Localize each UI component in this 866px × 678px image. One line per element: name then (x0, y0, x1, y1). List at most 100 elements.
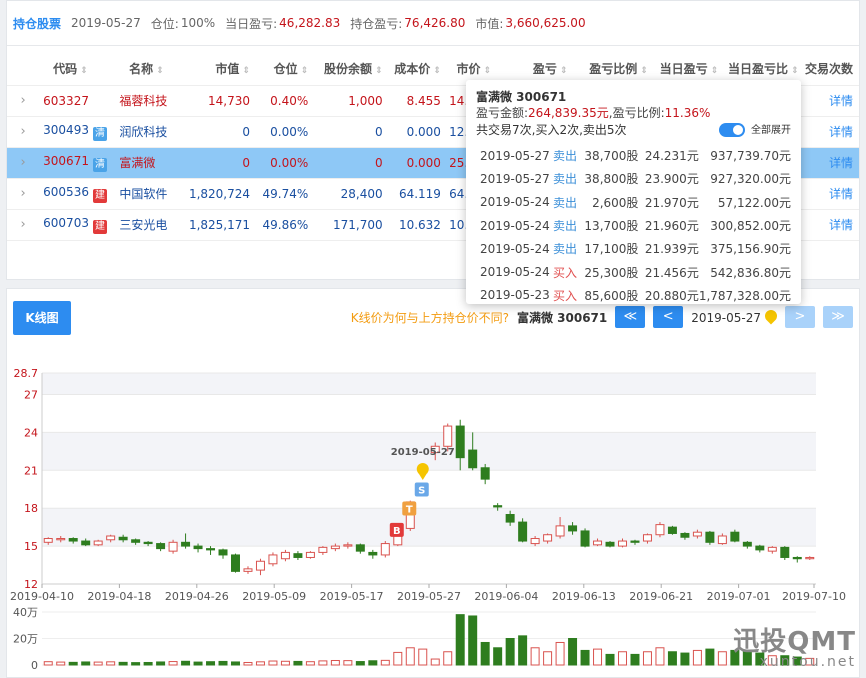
date-pin-tip (417, 472, 428, 481)
volume-bar (543, 651, 553, 666)
candle-body (330, 545, 340, 550)
volume-bar (206, 661, 216, 666)
candle-body (692, 531, 702, 537)
trade-shares: 38,800股 (584, 172, 639, 187)
candle-body (630, 540, 640, 543)
volume-bar (56, 661, 66, 666)
candle-body (455, 425, 465, 459)
candle-body (580, 530, 590, 547)
trade-amount: 57,122.00元 (717, 195, 791, 210)
candle-body (368, 551, 378, 556)
volume-bar (318, 660, 328, 666)
volume-bar (505, 638, 515, 666)
volume-bar (580, 649, 590, 666)
volume-bar (393, 651, 403, 666)
x-tick-label: 2019-04-10 (10, 590, 74, 603)
volume-bar (218, 660, 228, 666)
candle-body (742, 541, 752, 547)
trade-row: 2019-05-27 卖出 38,800股 23.900元 927,320.00元 (476, 167, 791, 190)
popup-title: 富满微 300671 (476, 90, 567, 104)
volume-bar (193, 661, 203, 666)
volume-bar (368, 660, 378, 666)
trade-price: 21.960元 (644, 219, 699, 234)
trade-price: 21.456元 (644, 265, 699, 280)
x-tick-label: 2019-05-09 (242, 590, 306, 603)
candle-body (131, 539, 141, 543)
candle-body (56, 538, 66, 541)
trade-shares: 17,100股 (584, 242, 639, 257)
vol-tick-label: 40万 (13, 606, 38, 619)
grid-band (42, 508, 816, 547)
volume-bar (305, 661, 315, 666)
trade-date: 2019-05-23 (480, 288, 550, 303)
x-tick-label: 2019-04-26 (165, 590, 229, 603)
volume-bar (493, 647, 503, 666)
candle-body (605, 541, 615, 547)
trade-date: 2019-05-27 (480, 171, 550, 186)
trade-action: 卖出 (552, 219, 577, 234)
volume-bar (293, 660, 303, 666)
candle-body (593, 540, 603, 546)
volume-bar (43, 661, 53, 666)
x-tick-label: 2019-06-13 (552, 590, 616, 603)
volume-bar (156, 661, 166, 666)
trade-row: 2019-05-24 卖出 2,600股 21.970元 57,122.00元 (476, 191, 791, 214)
trade-shares: 2,600股 (592, 195, 639, 210)
x-tick-label: 2019-07-10 (782, 590, 846, 603)
watermark: 迅投QMT xuntou.net (733, 621, 856, 670)
candle-body (81, 540, 91, 546)
volume-bar (618, 651, 627, 666)
popup-pl-line: 盈亏金额:264,839.35元,盈亏比例:11.36% (476, 104, 791, 120)
candle-body (268, 554, 278, 565)
volume-bar (168, 661, 178, 666)
candle-body (193, 545, 203, 550)
trade-row: 2019-05-27 卖出 38,700股 24.231元 937,739.70元 (476, 144, 791, 167)
volume-bar (81, 661, 91, 666)
volume-bar (143, 661, 153, 666)
trade-price: 23.900元 (644, 172, 699, 187)
trade-date: 2019-05-27 (480, 148, 550, 163)
grid-band (42, 373, 816, 395)
trade-shares: 38,700股 (584, 149, 639, 164)
candle-body (805, 556, 815, 560)
volume-bar (705, 648, 715, 666)
candle-body (156, 543, 166, 550)
volume-bar (717, 651, 727, 666)
candle-body (143, 541, 153, 545)
trade-amount: 1,787,328.00元 (698, 288, 791, 303)
volume-bar (655, 647, 665, 666)
volume-bar (181, 660, 191, 666)
trade-price: 21.970元 (644, 195, 699, 210)
volume-bar (680, 652, 690, 666)
trade-row: 2019-05-24 买入 25,300股 21.456元 542,836.80元 (476, 260, 791, 283)
popup-summary: 共交易7次,买入2次,卖出5次 全部展开 (476, 120, 791, 138)
candle-body (530, 538, 540, 545)
volume-bar (355, 661, 365, 666)
toggle-switch-icon[interactable] (719, 122, 745, 137)
volume-bar (255, 661, 265, 666)
volume-bar (330, 659, 340, 666)
trade-price: 24.231元 (644, 149, 699, 164)
candle-body (555, 525, 565, 537)
trade-date: 2019-05-24 (480, 265, 550, 280)
volume-bar (418, 648, 428, 666)
candle-body (705, 531, 715, 543)
trade-date: 2019-05-24 (480, 218, 550, 233)
candle-body (231, 554, 240, 572)
y-tick-label: 28.7 (14, 367, 39, 380)
x-tick-label: 2019-06-04 (474, 590, 538, 603)
y-tick-label: 18 (24, 502, 38, 515)
volume-bar (268, 660, 278, 666)
trade-price: 21.939元 (644, 242, 699, 257)
volume-bar (692, 649, 702, 666)
candle-body (293, 553, 303, 558)
trade-row: 2019-05-24 卖出 13,700股 21.960元 300,852.00元 (476, 214, 791, 237)
trade-amount: 937,739.70元 (710, 149, 791, 164)
expand-all-toggle[interactable]: 全部展开 (719, 121, 791, 137)
volume-bar (93, 661, 103, 666)
volume-bar (667, 651, 677, 666)
volume-bar (343, 660, 353, 666)
candle-body (43, 538, 53, 543)
trade-summary: 共交易7次,买入2次,卖出5次 (476, 122, 627, 137)
candle-body (767, 546, 777, 552)
